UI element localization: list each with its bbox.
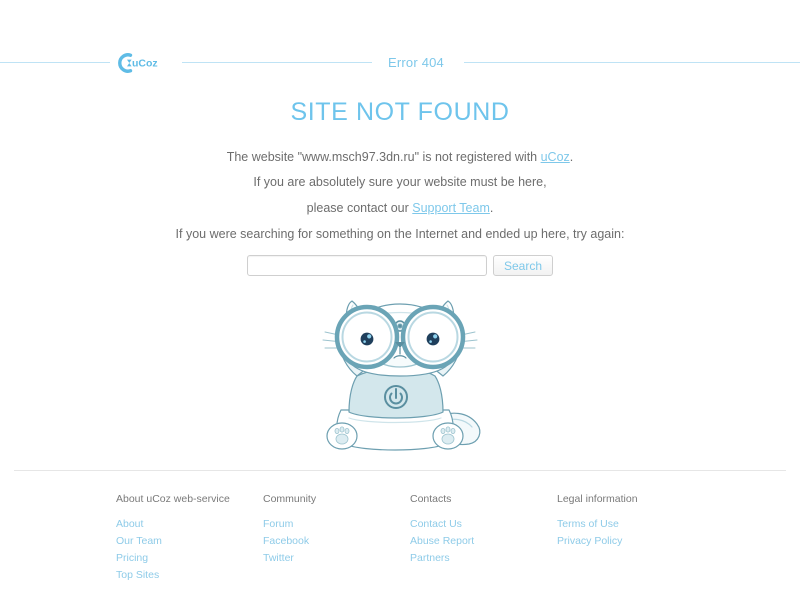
main-content: SITE NOT FOUND The website "www.msch97.3… bbox=[0, 94, 800, 471]
footer-heading: Contacts bbox=[410, 493, 452, 505]
footer-link-about[interactable]: About bbox=[116, 518, 263, 530]
mascot-illustration-container bbox=[0, 290, 800, 470]
footer-heading: Legal information bbox=[557, 493, 638, 505]
footer-column-contacts: Contacts Contact Us Abuse Report Partner… bbox=[410, 493, 557, 586]
error-page: uCoz Error 404 SITE NOT FOUND The websit… bbox=[0, 0, 800, 600]
message-line-3-prefix: please contact our bbox=[306, 201, 413, 216]
ucoz-logo-icon: uCoz bbox=[116, 51, 162, 75]
support-team-link[interactable]: Support Team bbox=[412, 201, 490, 215]
search-input[interactable] bbox=[246, 255, 487, 276]
footer-column-legal: Legal information Terms of Use Privacy P… bbox=[557, 493, 638, 586]
error-code-label: Error 404 bbox=[388, 55, 444, 71]
footer-link-privacy-policy[interactable]: Privacy Policy bbox=[557, 535, 638, 547]
footer-link-terms-of-use[interactable]: Terms of Use bbox=[557, 518, 638, 530]
ucoz-logo[interactable]: uCoz bbox=[110, 52, 168, 74]
footer-link-partners[interactable]: Partners bbox=[410, 552, 557, 564]
footer-link-abuse-report[interactable]: Abuse Report bbox=[410, 535, 557, 547]
footer-heading: Community bbox=[263, 493, 317, 505]
header-rule-middle bbox=[182, 62, 372, 64]
footer-column-community: Community Forum Facebook Twitter bbox=[263, 493, 410, 586]
footer-columns: About uCoz web-service About Our Team Pr… bbox=[14, 493, 786, 586]
search-form: Search bbox=[0, 255, 800, 276]
footer-link-top-sites[interactable]: Top Sites bbox=[116, 569, 263, 581]
message-line-1-suffix: . bbox=[569, 149, 574, 164]
footer-link-facebook[interactable]: Facebook bbox=[263, 535, 410, 547]
footer-link-our-team[interactable]: Our Team bbox=[116, 535, 263, 547]
ucoz-link[interactable]: uCoz bbox=[541, 150, 570, 164]
footer-heading: About uCoz web-service bbox=[116, 493, 230, 505]
page-title: SITE NOT FOUND bbox=[290, 97, 510, 126]
message-line-4: If you were searching for something on t… bbox=[175, 227, 625, 242]
message-line-3: please contact our Support Team. bbox=[0, 200, 800, 217]
footer-link-twitter[interactable]: Twitter bbox=[263, 552, 410, 564]
footer-link-contact-us[interactable]: Contact Us bbox=[410, 518, 557, 530]
search-button[interactable]: Search bbox=[492, 255, 554, 276]
header-rule-right bbox=[464, 62, 800, 64]
message-line-1: The website "www.msch97.3dn.ru" is not r… bbox=[0, 149, 800, 166]
page-header: uCoz Error 404 bbox=[0, 0, 800, 94]
footer-link-pricing[interactable]: Pricing bbox=[116, 552, 263, 564]
footer-link-forum[interactable]: Forum bbox=[263, 518, 410, 530]
message-line-3-suffix: . bbox=[489, 201, 494, 216]
message-line-2: If you are absolutely sure your website … bbox=[253, 175, 547, 190]
page-footer: About uCoz web-service About Our Team Pr… bbox=[14, 470, 786, 600]
svg-text:uCoz: uCoz bbox=[132, 57, 158, 69]
message-line-1-prefix: The website "www.msch97.3dn.ru" is not r… bbox=[226, 149, 541, 164]
footer-column-about: About uCoz web-service About Our Team Pr… bbox=[116, 493, 263, 586]
ucoz-cat-mascot bbox=[305, 290, 495, 470]
header-rule-left bbox=[0, 62, 110, 64]
